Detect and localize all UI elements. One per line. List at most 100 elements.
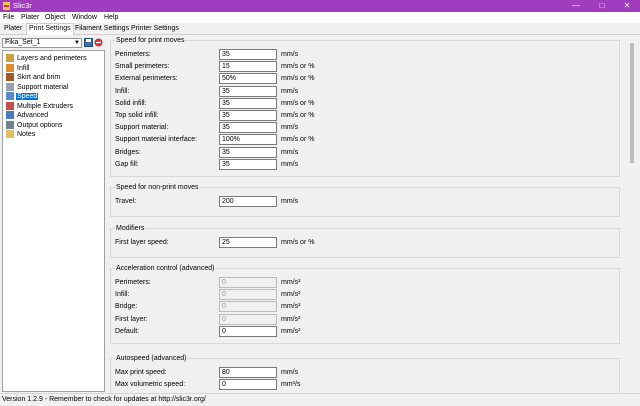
- menu-help[interactable]: Help: [104, 13, 118, 22]
- delete-preset-icon[interactable]: [94, 38, 103, 47]
- unit-label: mm/s²: [281, 279, 301, 286]
- tree-item-label: Support material: [17, 83, 69, 91]
- unit-label: mm/s²: [281, 327, 301, 335]
- unit-label: mm/s²: [281, 315, 301, 323]
- unit-label: mm/s: [281, 124, 299, 132]
- setting-label: External perimeters:: [115, 75, 178, 83]
- support-material-interface-input[interactable]: 100%: [219, 134, 277, 146]
- setting-label: Max volumetric speed:: [115, 381, 186, 389]
- tree-item-label: Skirt and brim: [17, 74, 61, 81]
- setting-label: Support material interface:: [115, 136, 198, 144]
- tree-item-layers-and-perimeters[interactable]: Layers and perimeters: [6, 54, 88, 63]
- layers-icon: [6, 54, 14, 63]
- menu-window[interactable]: Window: [72, 13, 97, 22]
- tab-filament-settings[interactable]: Filament Settings: [73, 24, 131, 34]
- support-material-icon: [6, 82, 14, 91]
- infill-input[interactable]: 35: [219, 85, 277, 97]
- tab-printer-settings[interactable]: Printer Settings: [129, 24, 181, 34]
- unit-label: mm/s or %: [281, 99, 315, 107]
- bridge-input: 0: [219, 301, 277, 313]
- tab-bar: Plater Print Settings Filament Settings …: [0, 23, 640, 35]
- unit-label: mm/s or %: [281, 239, 315, 246]
- travel-input[interactable]: 200: [219, 196, 277, 207]
- preset-value: Fika_Set_1: [5, 39, 41, 46]
- tree-item-label: Speed: [16, 93, 39, 100]
- setting-label: Solid infill:: [115, 99, 147, 107]
- setting-label: Top solid infill:: [115, 112, 159, 119]
- preset-select[interactable]: Fika_Set_1 ▼: [2, 38, 82, 48]
- menu-plater[interactable]: Plater: [21, 13, 39, 22]
- tab-print-settings[interactable]: Print Settings: [26, 23, 74, 35]
- unit-label: mm/s: [281, 198, 299, 205]
- top-solid-infill-input[interactable]: 35: [219, 110, 277, 121]
- scrollbar-thumb[interactable]: [630, 43, 634, 163]
- tree-item-skirt-and-brim[interactable]: Skirt and brim: [6, 73, 61, 82]
- gears-icon: [6, 120, 14, 129]
- status-text: Version 1.2.9 - Remember to check for up…: [2, 396, 206, 403]
- setting-label: Max print speed:: [115, 369, 167, 376]
- tree-item-label: Notes: [17, 131, 36, 138]
- maximize-button[interactable]: □: [590, 0, 614, 12]
- setting-label: Small perimeters:: [115, 63, 170, 71]
- gap-fill-input[interactable]: 35: [219, 158, 277, 170]
- first-layer-speed-input[interactable]: 25: [219, 237, 277, 248]
- setting-label: Bridges:: [115, 148, 141, 156]
- unit-label: mm/s²: [281, 303, 301, 311]
- perimeters-input[interactable]: 35: [219, 49, 277, 60]
- unit-label: mm/s or %: [281, 112, 315, 119]
- title-bar: Slic3r — □ ✕: [0, 0, 640, 12]
- funnel-icon: [6, 101, 14, 110]
- infill-input: 0: [219, 289, 277, 301]
- unit-label: mm/s: [281, 148, 299, 156]
- wrench-icon: [6, 111, 14, 120]
- tree-item-output-options[interactable]: Output options: [6, 120, 64, 130]
- setting-label: Travel:: [115, 198, 137, 205]
- minimize-button[interactable]: —: [564, 0, 588, 12]
- tree-item-infill[interactable]: Infill: [6, 63, 30, 73]
- settings-sidebar: Fika_Set_1 ▼ Layers and perimeters Infill…: [2, 36, 105, 392]
- menu-object[interactable]: Object: [45, 13, 65, 22]
- unit-label: mm/s or %: [281, 63, 315, 71]
- unit-label: mm/s: [281, 87, 299, 95]
- setting-label: Perimeters:: [115, 51, 151, 58]
- group-title: Autospeed (advanced): [115, 354, 188, 363]
- setting-label: First layer:: [115, 315, 148, 323]
- menu-bar: File Plater Object Window Help: [0, 12, 640, 23]
- tree-item-advanced[interactable]: Advanced: [6, 111, 49, 120]
- tab-plater[interactable]: Plater: [2, 24, 24, 34]
- unit-label: mm/s or %: [281, 75, 315, 83]
- solid-infill-input[interactable]: 35: [219, 97, 277, 109]
- external-perimeters-input[interactable]: 50%: [219, 73, 277, 85]
- group-acceleration-control-advanced: Acceleration control (advanced) Perimeter…: [110, 264, 620, 344]
- unit-label: mm³/s: [281, 381, 301, 389]
- perimeters-input: 0: [219, 277, 277, 288]
- close-button[interactable]: ✕: [615, 0, 639, 12]
- tree-item-notes[interactable]: Notes: [6, 130, 36, 139]
- menu-file[interactable]: File: [3, 13, 14, 22]
- tree-item-speed[interactable]: Speed: [6, 92, 39, 101]
- support-material-input[interactable]: 35: [219, 122, 277, 134]
- group-autospeed-advanced: Autospeed (advanced) Max print speed: 80 mm…: [110, 354, 620, 393]
- tree-item-support-material[interactable]: Support material: [6, 82, 69, 92]
- default-input[interactable]: 0: [219, 325, 277, 337]
- tree-item-label: Infill: [17, 64, 30, 72]
- setting-label: Default:: [115, 327, 140, 335]
- tree-item-label: Output options: [17, 121, 63, 129]
- group-modifiers: Modifiers First layer speed: 25 mm/s or %: [110, 224, 620, 258]
- tree-item-multiple-extruders[interactable]: Multiple Extruders: [6, 101, 74, 111]
- vertical-scrollbar[interactable]: [627, 35, 637, 393]
- tree-item-label: Advanced: [17, 112, 49, 119]
- settings-page-tree: Layers and perimeters Infill Skirt and bri…: [2, 50, 105, 392]
- max-print-speed-input[interactable]: 80: [219, 367, 277, 378]
- group-speed-for-non-print-moves: Speed for non-print moves Travel: 200 mm/s: [110, 183, 620, 217]
- speed-settings-page: Speed for print moves Perimeters: 35 mm/s Sm…: [106, 35, 626, 393]
- first-layer-input: 0: [219, 313, 277, 325]
- save-preset-icon[interactable]: [84, 38, 93, 47]
- unit-label: mm/s: [281, 160, 299, 168]
- bridges-input[interactable]: 35: [219, 146, 277, 158]
- setting-label: Infill:: [115, 291, 130, 299]
- max-volumetric-speed-input[interactable]: 0: [219, 379, 277, 391]
- setting-label: Infill:: [115, 87, 130, 95]
- unit-label: mm/s or %: [281, 136, 315, 144]
- small-perimeters-input[interactable]: 15: [219, 61, 277, 73]
